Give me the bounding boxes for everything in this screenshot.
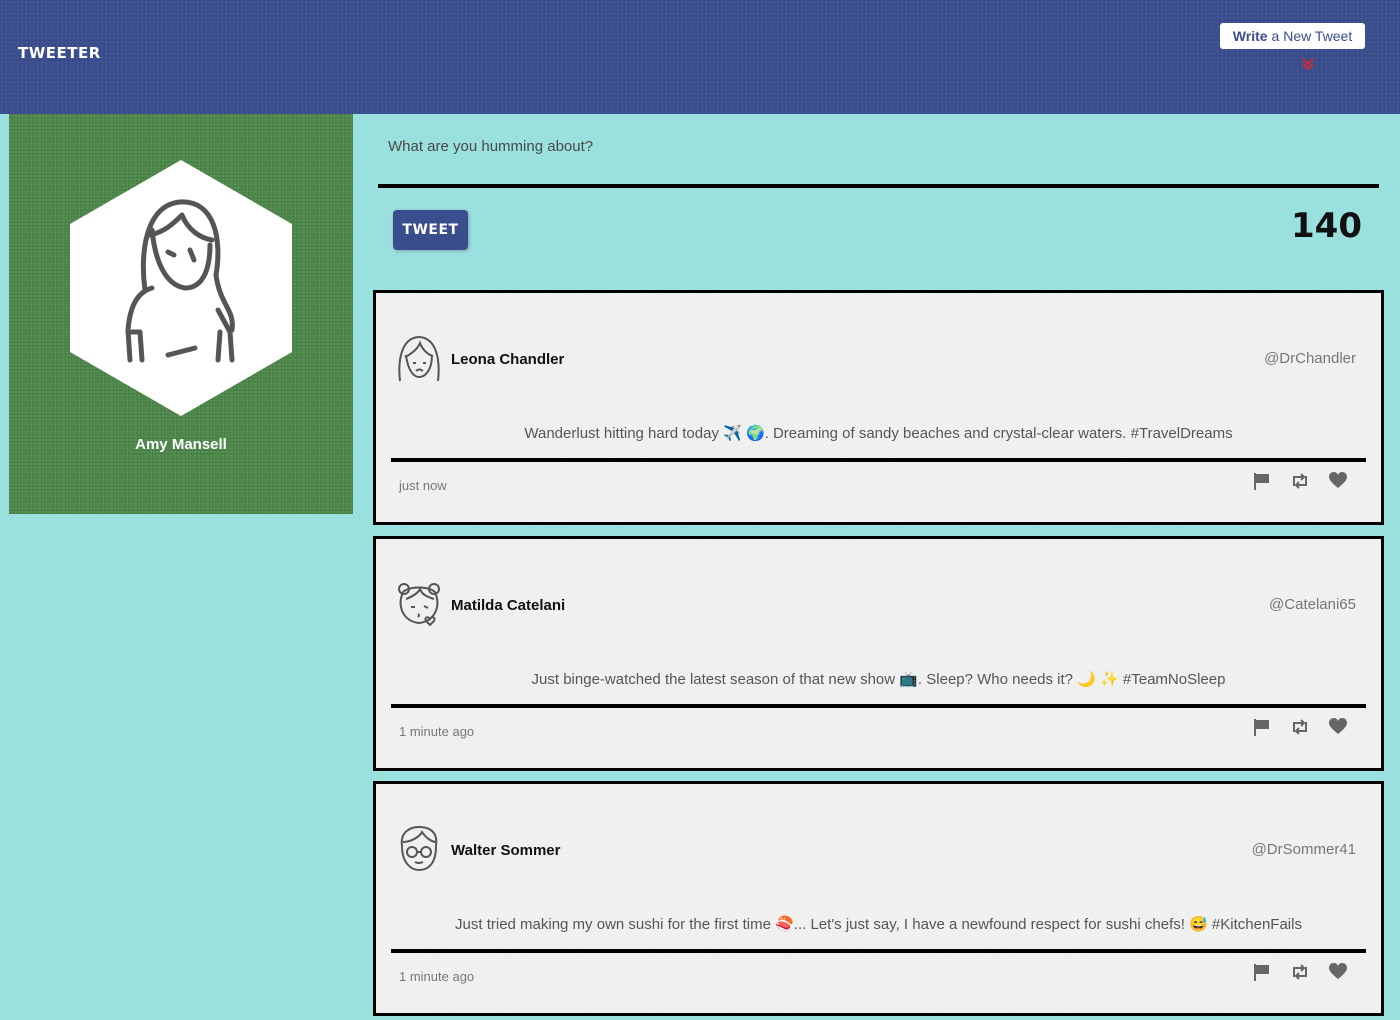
- tweet-handle: @DrSommer41: [1251, 841, 1356, 858]
- tweet-compose-input[interactable]: [378, 124, 1379, 188]
- tweet-divider: [391, 704, 1366, 708]
- man-glasses-avatar-icon: [400, 825, 438, 872]
- tweet-card: Walter Sommer @DrSommer41 Just tried mak…: [373, 781, 1384, 1016]
- woman-avatar-icon: [398, 335, 440, 382]
- tweet-actions: [1252, 471, 1348, 491]
- tweet-author: Leona Chandler: [451, 351, 565, 368]
- tweet-card: Leona Chandler @DrChandler Wanderlust hi…: [373, 290, 1384, 525]
- tweet-divider: [391, 949, 1366, 953]
- tweet-timestamp: 1 minute ago: [399, 724, 475, 739]
- heart-icon[interactable]: [1328, 962, 1348, 982]
- brand-logo[interactable]: TWEETER: [18, 44, 101, 62]
- retweet-icon[interactable]: [1290, 471, 1310, 491]
- flag-icon[interactable]: [1252, 962, 1272, 982]
- tweet-timestamp: just now: [399, 478, 447, 493]
- tweet-handle: @DrChandler: [1264, 350, 1356, 367]
- tweet-submit-button[interactable]: TWEET: [393, 210, 468, 250]
- heart-icon[interactable]: [1328, 717, 1348, 737]
- compose-label-bold: Write: [1232, 28, 1268, 44]
- flag-icon[interactable]: [1252, 717, 1272, 737]
- character-counter: 140: [1291, 206, 1362, 246]
- tweet-card: Matilda Catelani @Catelani65 Just binge-…: [373, 536, 1384, 771]
- tweet-actions: [1252, 962, 1348, 982]
- tweet-timestamp: 1 minute ago: [399, 969, 475, 984]
- tweet-body: Wanderlust hitting hard today ✈️ 🌍. Drea…: [524, 425, 1233, 442]
- top-navbar: TWEETER Write a New Tweet: [0, 0, 1400, 114]
- girl-kiss-avatar-icon: [398, 583, 440, 627]
- tweet-actions: [1252, 717, 1348, 737]
- profile-card: Amy Mansell: [9, 114, 353, 514]
- tweet-handle: @Catelani65: [1269, 596, 1356, 613]
- write-new-tweet-button[interactable]: Write a New Tweet: [1220, 23, 1365, 49]
- heart-icon[interactable]: [1328, 471, 1348, 491]
- tweet-author: Walter Sommer: [451, 842, 561, 859]
- double-chevron-down-icon[interactable]: [1300, 56, 1316, 72]
- tweet-divider: [391, 458, 1366, 462]
- compose-label-rest: a New Tweet: [1271, 28, 1353, 44]
- tweet-body: Just binge-watched the latest season of …: [531, 671, 1226, 688]
- tweet-author: Matilda Catelani: [451, 597, 566, 614]
- profile-name: Amy Mansell: [135, 436, 227, 453]
- flag-icon[interactable]: [1252, 471, 1272, 491]
- woman-avatar-icon: [70, 160, 292, 416]
- retweet-icon[interactable]: [1290, 962, 1310, 982]
- tweet-body: Just tried making my own sushi for the f…: [455, 916, 1302, 933]
- retweet-icon[interactable]: [1290, 717, 1310, 737]
